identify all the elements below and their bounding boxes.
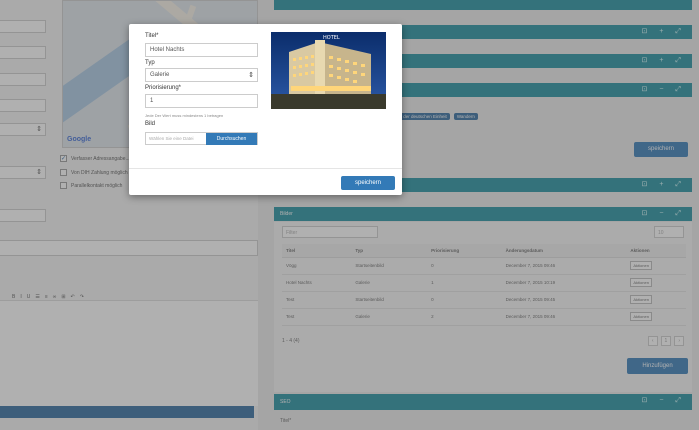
type-select[interactable]: Galerie ⇕ (145, 68, 258, 82)
browse-button[interactable]: Durchsuchen (206, 133, 257, 145)
image-edit-modal: Titel* Hotel Nachts Typ Galerie ⇕ Priori… (129, 24, 402, 195)
file-input[interactable]: Wählen Sie eine Datei Durchsuchen (145, 132, 258, 145)
modal-footer-divider (129, 168, 402, 169)
type-select-value: Galerie (150, 72, 170, 78)
hotel-preview-image: HOTEL (271, 32, 386, 109)
select-caret-icon: ⇕ (248, 72, 254, 79)
file-placeholder: Wählen Sie eine Datei (149, 136, 194, 141)
priority-hint: Jede Der Wert muss mindestens 1 betragen (145, 113, 224, 118)
priority-label: Priorisierung* (145, 85, 182, 91)
priority-input[interactable]: 1 (145, 94, 258, 108)
hotel-sign-text: HOTEL (323, 35, 340, 41)
type-label: Typ (145, 60, 155, 66)
hotel-photo-svg: HOTEL (271, 32, 386, 109)
title-label: Titel* (145, 33, 159, 39)
save-button[interactable]: speichern (341, 176, 395, 190)
image-label: Bild (145, 121, 156, 127)
title-input[interactable]: Hotel Nachts (145, 43, 258, 57)
